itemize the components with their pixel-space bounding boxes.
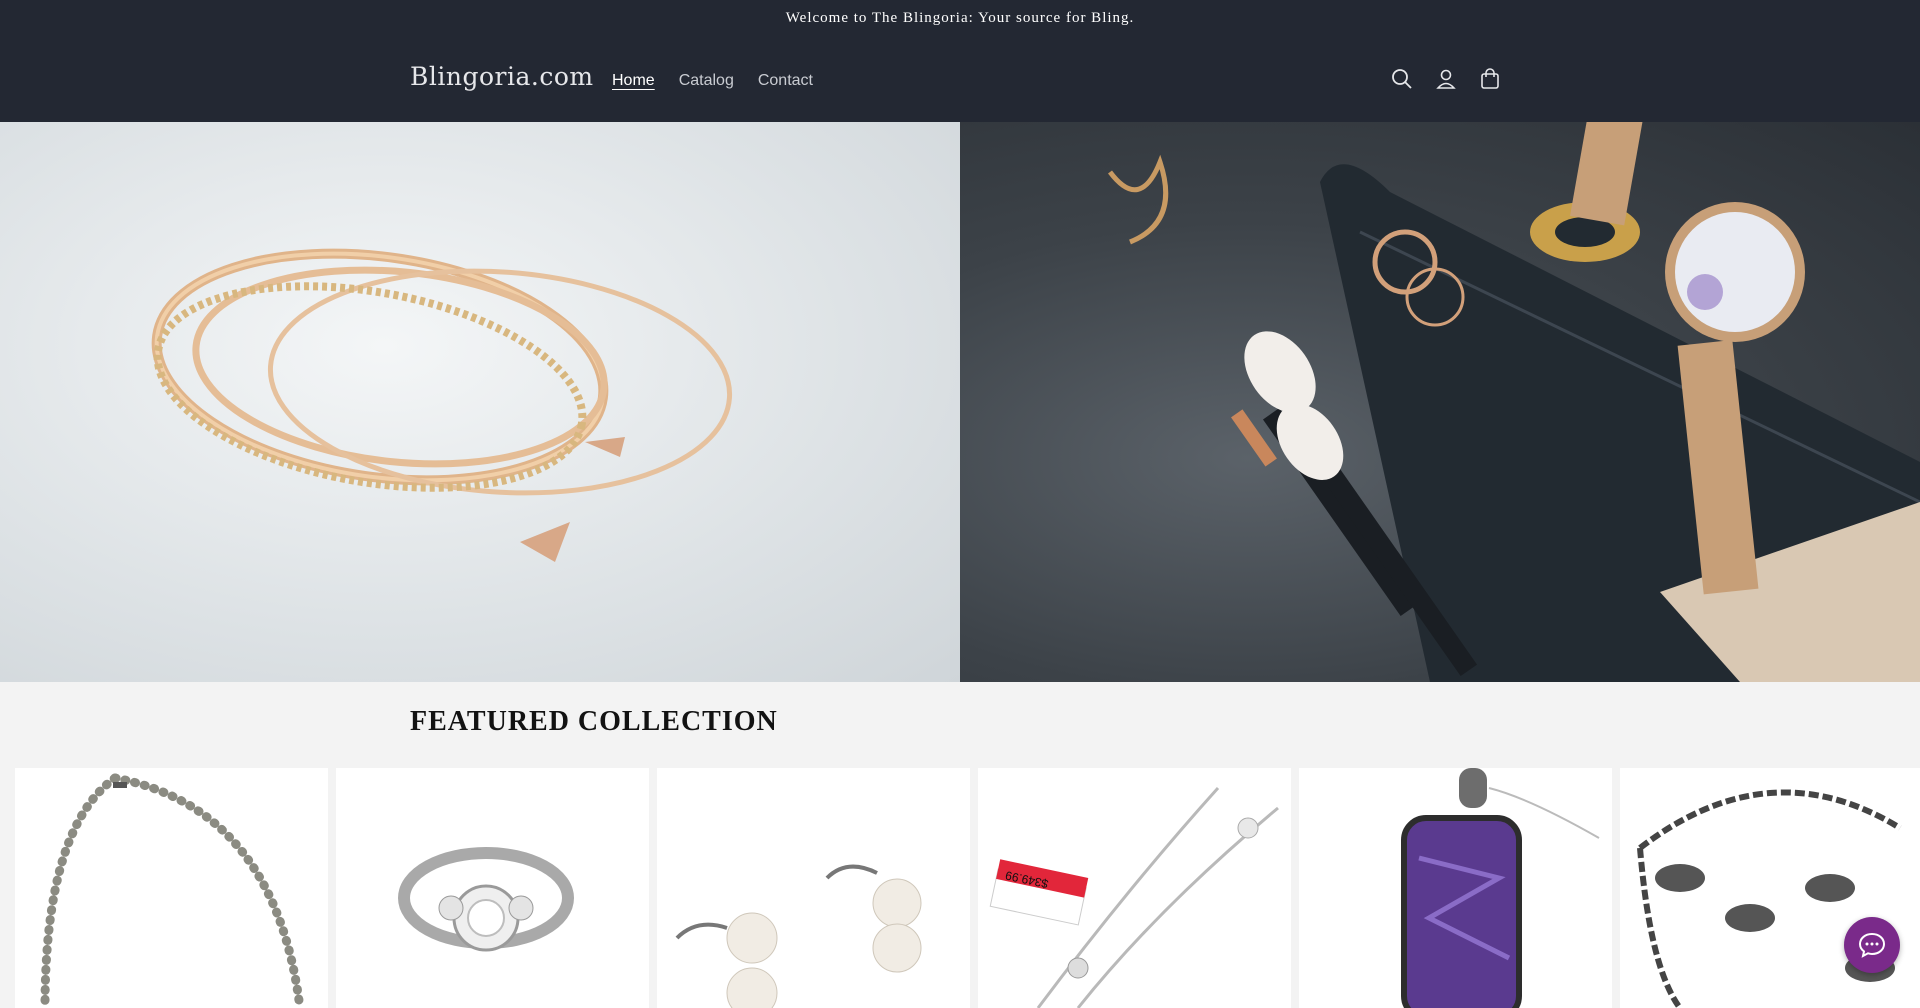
featured-collection: FEATURED COLLECTION $349.99 (0, 682, 1920, 1008)
product-grid: $349.99 (15, 768, 1920, 1008)
pearl-earrings-image (675, 864, 922, 1008)
header-icons (1390, 67, 1502, 91)
pearl-necklace-image (40, 773, 305, 1008)
purple-pendant-image (1401, 768, 1600, 1008)
announcement-text: Welcome to The Blingoria: Your source fo… (785, 9, 1135, 26)
site-header: Blingoria.com Home Catalog Contact (0, 36, 1920, 122)
announcement-bar: Welcome to The Blingoria: Your source fo… (0, 0, 1920, 36)
product-card-purple-pendant[interactable] (1299, 768, 1612, 1008)
watch-rings-brushes-image (960, 122, 1920, 682)
slider-bracelet-image: $349.99 (989, 786, 1279, 1008)
product-card-diamond-ring[interactable] (336, 768, 649, 1008)
featured-collection-title: FEATURED COLLECTION (410, 706, 778, 737)
hero-banner (0, 122, 1920, 682)
cart-icon[interactable] (1478, 67, 1502, 91)
account-icon[interactable] (1434, 67, 1458, 91)
product-card-slider-bracelet[interactable]: $349.99 (978, 768, 1291, 1008)
chat-icon (1858, 932, 1886, 958)
nav-home[interactable]: Home (612, 72, 655, 90)
site-logo[interactable]: Blingoria.com (410, 62, 594, 91)
search-icon[interactable] (1390, 67, 1414, 91)
nav-contact[interactable]: Contact (758, 72, 813, 90)
chat-button[interactable] (1844, 917, 1900, 973)
main-nav: Home Catalog Contact (612, 72, 813, 90)
product-card-pearl-necklace[interactable] (15, 768, 328, 1008)
product-card-pearl-earrings[interactable] (657, 768, 970, 1008)
diamond-ring-image (398, 847, 574, 952)
nav-catalog[interactable]: Catalog (679, 72, 734, 90)
bangle-bracelets-image (0, 122, 960, 682)
